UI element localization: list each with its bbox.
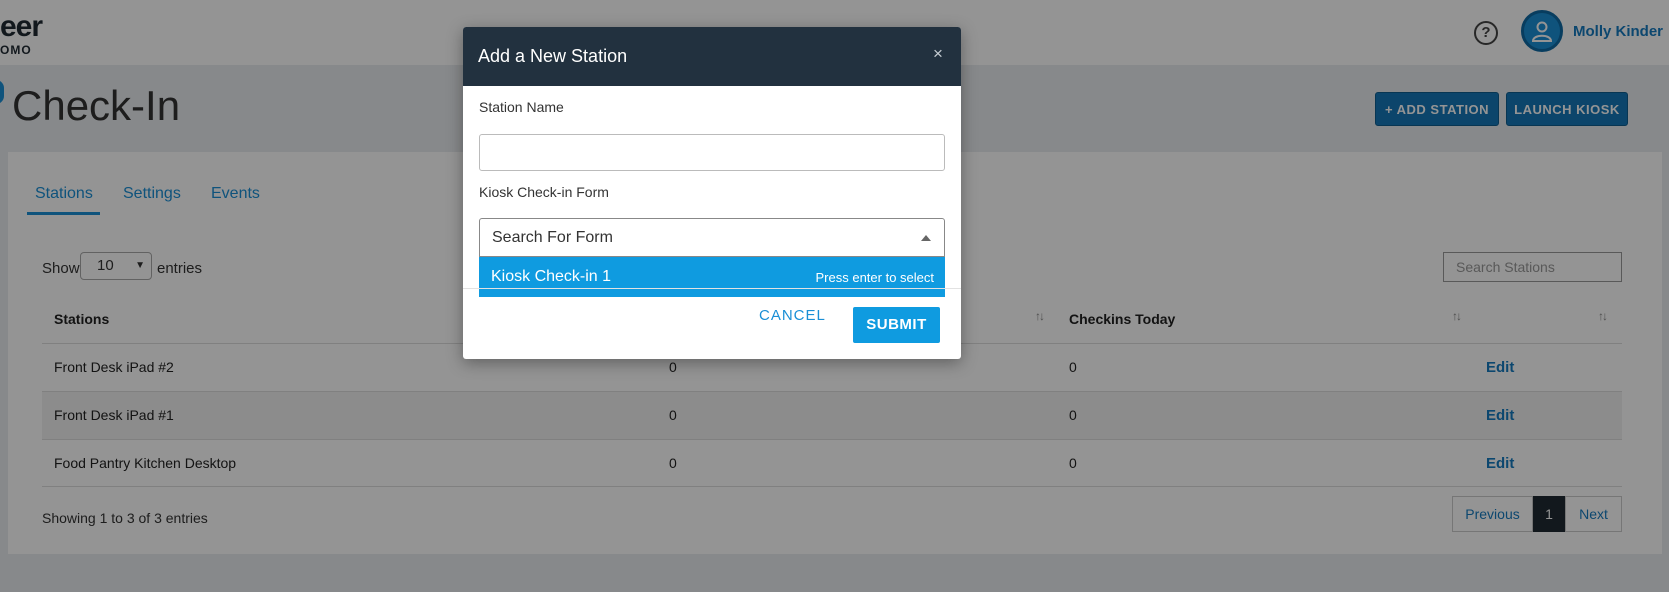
dropdown-option-label: Kiosk Check-in 1 xyxy=(491,268,612,285)
submit-button[interactable]: SUBMIT xyxy=(853,307,940,343)
kiosk-form-label: Kiosk Check-in Form xyxy=(479,184,609,200)
station-name-label: Station Name xyxy=(479,99,564,115)
modal-footer-divider xyxy=(463,288,961,289)
close-icon[interactable]: × xyxy=(933,44,943,64)
cancel-button[interactable]: CANCEL xyxy=(759,307,826,324)
modal-header: Add a New Station × xyxy=(463,27,961,86)
caret-up-icon[interactable] xyxy=(921,235,931,241)
add-station-modal: Add a New Station × Station Name Kiosk C… xyxy=(463,27,961,359)
kiosk-form-search-input[interactable]: Search For Form xyxy=(479,218,945,257)
modal-title: Add a New Station xyxy=(478,46,628,66)
form-search-placeholder: Search For Form xyxy=(492,229,613,246)
dropdown-option-hint: Press enter to select xyxy=(815,270,935,285)
station-name-input[interactable] xyxy=(479,134,945,171)
dropdown-option[interactable]: Kiosk Check-in 1 Press enter to select xyxy=(479,257,945,297)
